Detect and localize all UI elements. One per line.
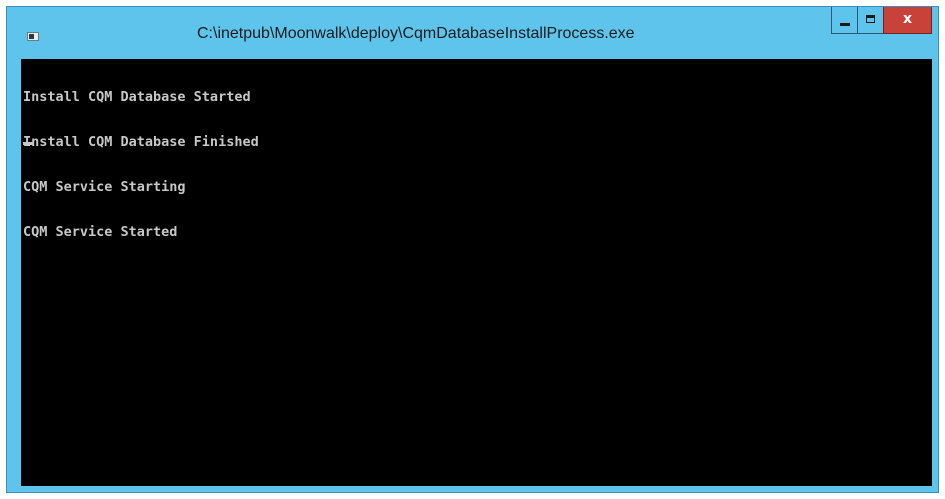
console-line: Install CQM Database Started (23, 89, 251, 105)
title-bar[interactable]: C:\inetpub\Moonwalk\deploy\CqmDatabaseIn… (7, 7, 938, 51)
console-line: Install CQM Database Finished (23, 134, 259, 150)
console-output[interactable]: Install CQM Database Started Install CQM… (21, 59, 932, 486)
console-text: Install CQM Database Started Install CQM… (23, 60, 259, 270)
console-line: CQM Service Started (23, 224, 178, 240)
window-controls: x (831, 7, 932, 35)
window-title: C:\inetpub\Moonwalk\deploy\CqmDatabaseIn… (197, 25, 635, 42)
maximize-button[interactable] (857, 7, 884, 34)
close-button[interactable]: x (883, 7, 932, 34)
close-icon: x (902, 11, 913, 27)
console-line: CQM Service Starting (23, 179, 186, 195)
minimize-button[interactable] (831, 7, 858, 34)
text-cursor (23, 142, 33, 145)
console-window: C:\inetpub\Moonwalk\deploy\CqmDatabaseIn… (6, 6, 939, 493)
console-app-icon[interactable] (27, 32, 39, 41)
